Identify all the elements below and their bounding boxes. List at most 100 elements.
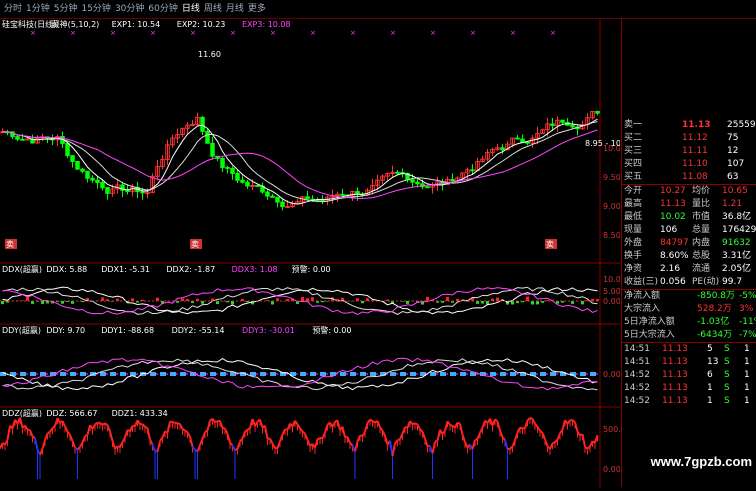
tick-row: 14:5111.1313S1: [622, 356, 756, 369]
ddz-seg: [463, 434, 466, 442]
flow-row-cell: -5%: [739, 290, 756, 303]
ddy-bar: [150, 372, 156, 376]
candle-body: [251, 185, 255, 186]
period-tab-8[interactable]: 月线: [226, 4, 244, 14]
ddz-seg: [260, 420, 263, 428]
ddx-bar: [26, 297, 29, 301]
candle-body: [551, 124, 555, 126]
quote-row-cell: 91632: [722, 237, 751, 250]
orderbook-row: 卖一 11.13 25559: [622, 119, 756, 132]
tick-row: 14:5211.136S1: [622, 369, 756, 382]
period-tab-5[interactable]: 60分钟: [148, 4, 177, 14]
ddx-bar: [526, 297, 529, 301]
purple-tick: ×: [150, 29, 156, 37]
tick-row-cell: 5: [707, 343, 713, 356]
quote-row-cell: 84797: [660, 237, 689, 250]
orderbook-row-cell: 卖一: [624, 119, 642, 132]
candle-body: [71, 156, 75, 162]
candle-body: [411, 180, 415, 182]
flow-row-cell: -11%: [739, 316, 756, 329]
quote-row-cell: 内盘: [692, 237, 710, 250]
ddz-seg: [415, 423, 418, 424]
tick-row-cell: 14:52: [624, 395, 650, 408]
purple-tick: ×: [430, 29, 436, 37]
candle-body: [221, 158, 225, 167]
candle-body: [206, 131, 210, 143]
period-tab-0[interactable]: 分时: [4, 4, 22, 14]
ddy-bar: [540, 372, 546, 376]
candle-body: [571, 125, 575, 127]
orderbook-row: 买二11.1275: [622, 132, 756, 145]
purple-tick: ×: [470, 29, 476, 37]
ddz-seg: [370, 419, 373, 421]
purple-tick: ×: [510, 29, 516, 37]
purple-tick: ×: [230, 29, 236, 37]
orderbook-row-cell: 买四: [624, 158, 642, 171]
period-toolbar: 分时 1分钟 5分钟15分钟 30分钟 60分钟日线周线月线更多: [0, 0, 756, 19]
ddy-bar: [340, 372, 346, 376]
orderbook-row-cell: 25559: [727, 119, 756, 132]
ddz-header-1: DDZ: 566.67: [46, 409, 97, 418]
candle-body: [141, 192, 145, 193]
quote-row-cell: 8.60%: [660, 250, 689, 263]
ddz-seg: [575, 422, 578, 431]
period-tab-7[interactable]: 周线: [204, 4, 222, 14]
ddy-bar: [180, 372, 186, 376]
quote-row-cell: 最高: [624, 198, 642, 211]
ddy-bar: [200, 372, 206, 376]
ddx-header-5: 预警: 0.00: [292, 264, 331, 274]
tick-row-cell: S: [724, 395, 730, 408]
quote-row-cell: 106: [660, 224, 677, 237]
flow-row: 净流入额-850.8万-5%: [622, 290, 756, 303]
period-tab-9[interactable]: 更多: [248, 4, 266, 14]
quote-row-cell: 2.16: [660, 263, 680, 276]
purple-tick: ×: [270, 29, 276, 37]
tick-row-cell: S: [724, 343, 730, 356]
ddz-header-0: DDZ(超赢): [2, 408, 42, 418]
period-tab-2[interactable]: 5分钟: [54, 4, 78, 14]
ddx-bar: [271, 301, 274, 304]
orderbook-row-cell: 买三: [624, 145, 642, 158]
ddy-bar: [510, 372, 516, 376]
candle-body: [516, 138, 520, 139]
ddy-bar: [110, 372, 116, 376]
orderbook-row-cell: 11.13: [682, 119, 710, 132]
candle-body: [396, 172, 400, 173]
ddz-seg: [228, 434, 231, 443]
orderbook-row: 买三11.1112: [622, 145, 756, 158]
tick-row-cell: 1: [707, 382, 713, 395]
chart-area: 硅宝科技(日线)藏神(5,10,2)EXP1: 10.54EXP2: 10.23…: [0, 19, 620, 487]
period-tab-3[interactable]: 15分钟: [81, 4, 110, 14]
quote-row-cell: 0.056: [660, 276, 686, 289]
ddy-header-2: DDY1: -88.68: [101, 326, 154, 335]
ddy-bar: [460, 372, 466, 376]
candle-body: [426, 187, 430, 188]
quote-row: 最高11.13量比1.21: [622, 198, 756, 211]
tick-row-cell: 13: [707, 356, 718, 369]
ma-line-1: [3, 122, 598, 202]
purple-tick: ×: [190, 29, 196, 37]
candle-body: [236, 173, 240, 180]
ddy-bar: [370, 372, 376, 376]
ddz-seg: [20, 418, 23, 428]
ddx-bar: [311, 297, 314, 301]
quote-row-cell: 换手: [624, 250, 642, 263]
ddx-bar: [496, 298, 499, 301]
indicator-charts-svg[interactable]: 硅宝科技(日线)藏神(5,10,2)EXP1: 10.54EXP2: 10.23…: [0, 19, 620, 487]
candle-body: [241, 180, 245, 182]
orderbook-row-cell: 11.11: [682, 145, 708, 158]
ddy-bar: [360, 372, 366, 376]
ddx-header-1: DDX: 5.88: [46, 265, 87, 274]
quote-row: 现量106总量176429: [622, 224, 756, 237]
ddz-seg: [145, 427, 148, 428]
ddy-bar: [30, 372, 36, 376]
ddz-seg: [175, 423, 178, 424]
quote-row-cell: 收益(三): [624, 276, 658, 289]
period-tab-6[interactable]: 日线: [182, 4, 200, 14]
ddz-seg: [28, 430, 31, 431]
period-tab-1[interactable]: 1分钟: [26, 4, 50, 14]
tick-row-cell: 1: [744, 382, 750, 395]
ddy-bar: [550, 372, 556, 376]
period-tab-4[interactable]: 30分钟: [115, 4, 144, 14]
ddz-seg: [338, 420, 341, 430]
